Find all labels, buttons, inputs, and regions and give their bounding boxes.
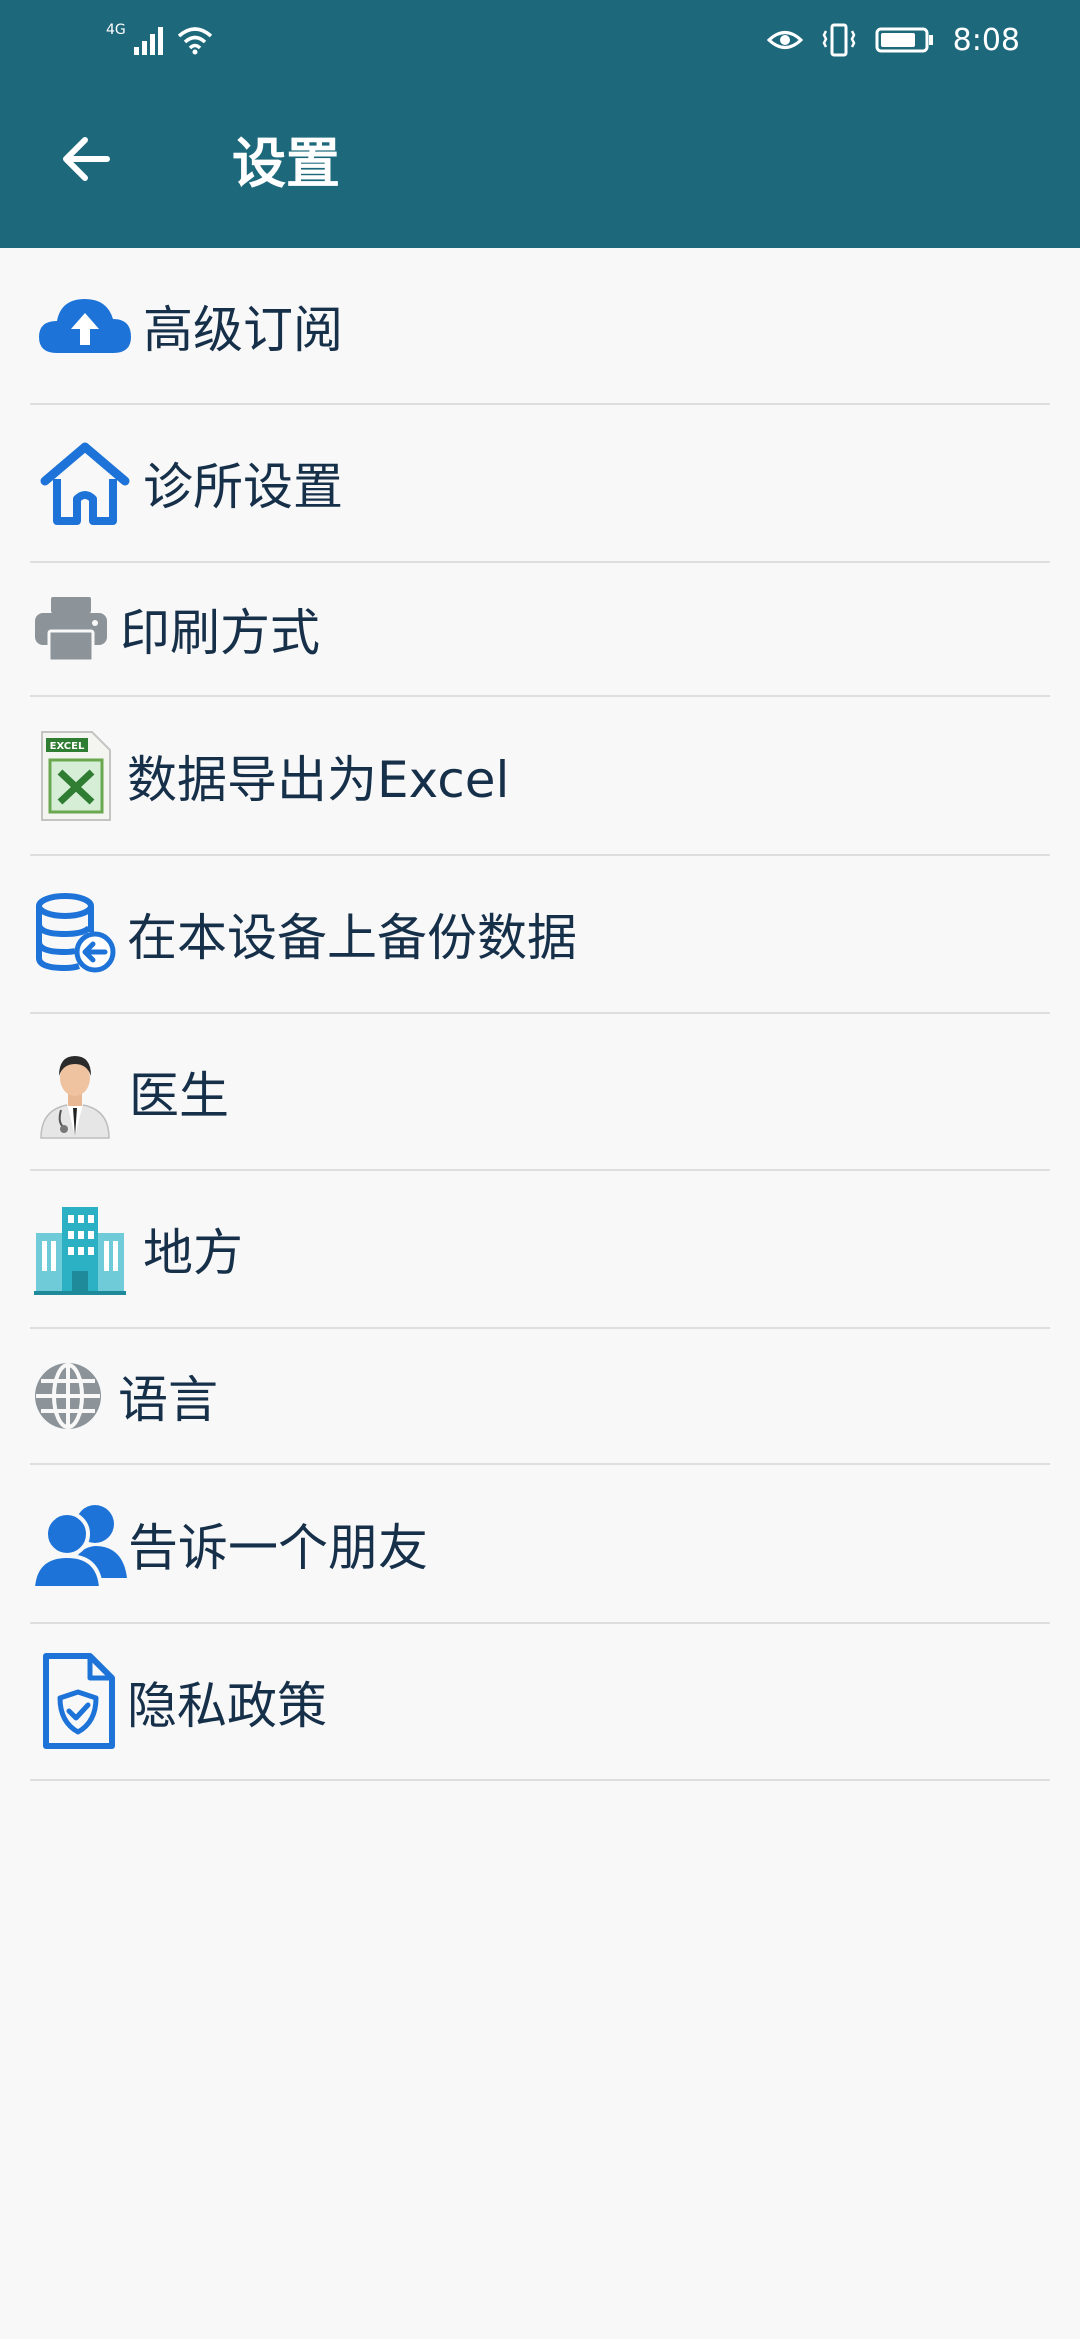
database-backup-icon	[30, 856, 120, 1012]
status-left: 4G	[106, 22, 214, 58]
privacy-shield-icon	[30, 1624, 126, 1779]
signal-icon	[133, 27, 163, 55]
users-icon	[30, 1465, 130, 1622]
settings-item-label: 地方	[143, 1224, 243, 1282]
settings-item-label: 医生	[129, 1066, 229, 1125]
settings-item-label: 诊所设置	[143, 458, 343, 516]
arrow-left-icon	[63, 137, 110, 181]
page-title: 设置	[232, 132, 340, 195]
settings-item-label: 数据导出为Excel	[127, 750, 510, 809]
settings-item-language[interactable]: 语言	[30, 1329, 1050, 1465]
settings-item-label: 隐私政策	[127, 1676, 327, 1735]
home-icon	[30, 405, 140, 561]
battery-icon	[875, 27, 933, 53]
settings-item-export-excel[interactable]: EXCEL 数据导出为Excel	[30, 697, 1050, 856]
settings-item-print[interactable]: 印刷方式	[30, 563, 1050, 697]
settings-item-place[interactable]: 地方	[30, 1171, 1050, 1329]
svg-text:EXCEL: EXCEL	[50, 741, 85, 752]
settings-item-label: 语言	[118, 1371, 218, 1429]
wifi-icon	[177, 27, 212, 55]
back-button[interactable]	[40, 114, 130, 204]
network-type-label: 4G	[106, 22, 126, 38]
settings-item-clinic[interactable]: 诊所设置	[30, 405, 1050, 563]
settings-item-label: 高级订阅	[143, 300, 343, 359]
settings-item-label: 在本设备上备份数据	[127, 909, 577, 967]
globe-icon	[30, 1329, 106, 1463]
eye-comfort-icon	[766, 31, 803, 49]
settings-list: 高级订阅 诊所设置 印刷方式 EXCEL 数据导出为Excel 在本设备上备份数…	[0, 248, 1080, 1781]
status-bar: 4G 8:08	[0, 0, 1080, 80]
settings-item-doctor[interactable]: 医生	[30, 1014, 1050, 1171]
clock: 8:08	[952, 22, 1020, 58]
settings-item-label: 告诉一个朋友	[128, 1518, 428, 1577]
cloud-upload-icon	[30, 248, 140, 403]
settings-item-privacy[interactable]: 隐私政策	[30, 1624, 1050, 1781]
status-right: 8:08	[766, 20, 1020, 60]
printer-icon	[30, 563, 112, 695]
settings-item-tell-friend[interactable]: 告诉一个朋友	[30, 1465, 1050, 1624]
settings-item-backup[interactable]: 在本设备上备份数据	[30, 856, 1050, 1014]
settings-item-label: 印刷方式	[120, 604, 320, 662]
settings-item-premium[interactable]: 高级订阅	[30, 248, 1050, 405]
vibrate-icon	[822, 23, 856, 57]
app-bar: 设置	[0, 80, 1080, 248]
excel-icon: EXCEL	[30, 697, 120, 854]
doctor-icon	[30, 1014, 120, 1169]
building-icon	[30, 1171, 130, 1327]
